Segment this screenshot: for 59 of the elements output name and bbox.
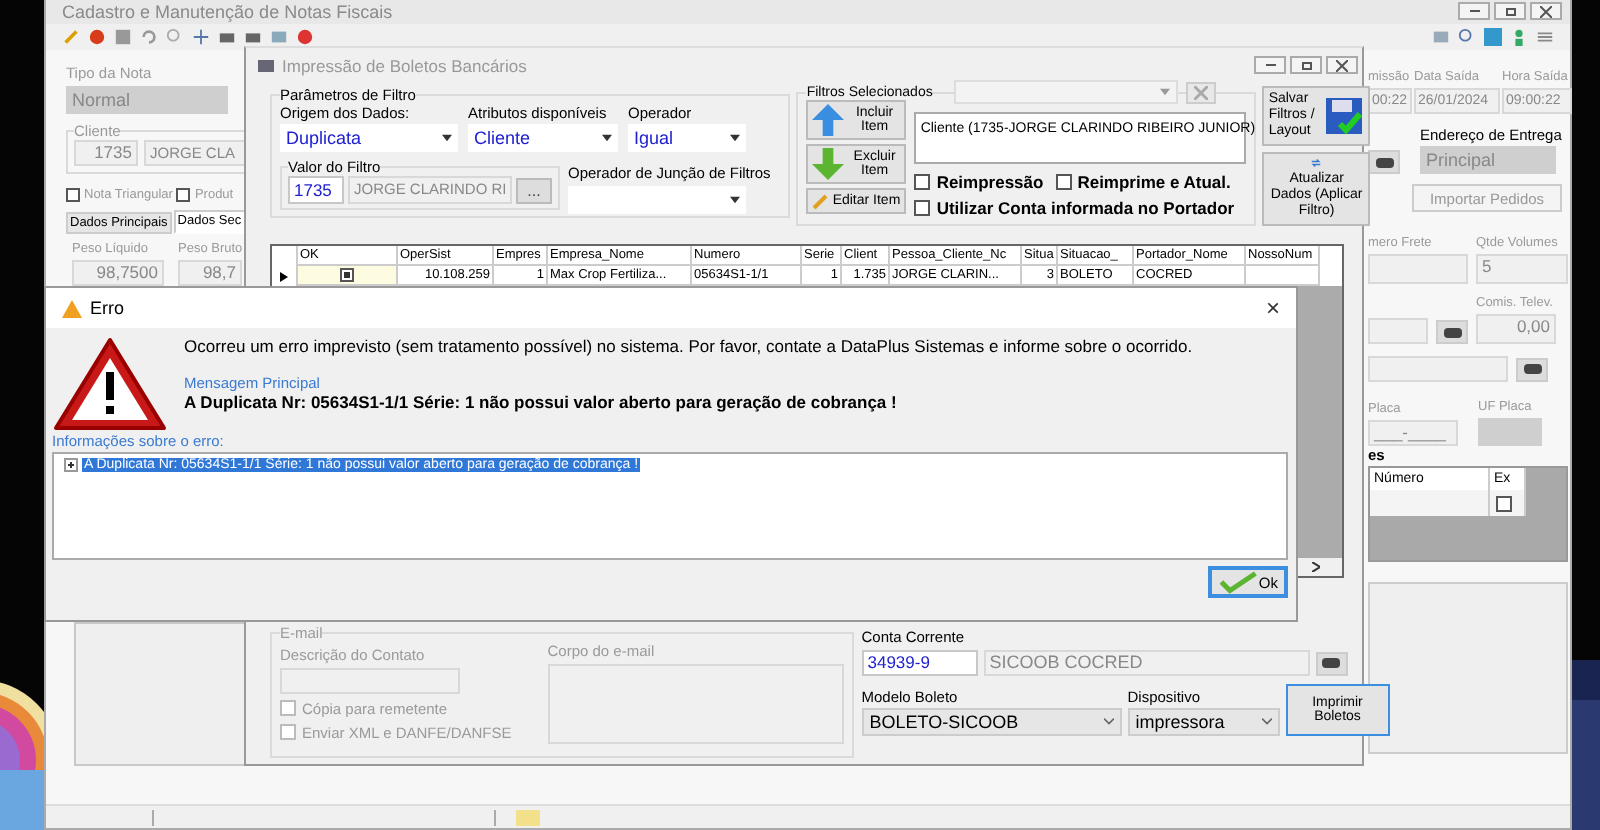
undo-icon[interactable]: [140, 28, 158, 46]
warning-icon: [62, 299, 82, 317]
caret-icon: [442, 134, 452, 142]
chevron-right-icon: [1312, 562, 1320, 572]
pencil-icon[interactable]: [62, 28, 80, 46]
browse-button[interactable]: ...: [516, 177, 552, 203]
minimize-button[interactable]: [1254, 56, 1286, 74]
binoculars-button[interactable]: [1368, 150, 1400, 174]
caret-icon: [1103, 718, 1114, 726]
caret-icon: [1160, 88, 1171, 96]
lookup-field[interactable]: [1368, 318, 1428, 344]
scroll-right-button[interactable]: [1312, 562, 1320, 572]
checkbox[interactable]: [1496, 495, 1512, 511]
close-button[interactable]: [1326, 56, 1358, 74]
warning-icon: [52, 336, 168, 432]
close-button[interactable]: [1530, 2, 1562, 20]
arrow-down-icon: [812, 148, 845, 180]
menu-icon[interactable]: [1536, 28, 1554, 46]
pencil-icon: [812, 193, 829, 209]
close-icon: [1540, 5, 1552, 17]
checkbox-option[interactable]: Reimpressão: [914, 172, 1044, 192]
binoculars-button[interactable]: [1516, 357, 1548, 381]
checkbox-option[interactable]: Utilizar Conta informada no Portador: [914, 198, 1235, 218]
model-select[interactable]: BOLETO-SICOOB: [861, 708, 1122, 736]
account-code-field[interactable]: 34939-9: [861, 650, 978, 676]
binoculars-button[interactable]: [1436, 320, 1468, 344]
caret-icon: [730, 196, 740, 204]
expand-icon[interactable]: [64, 458, 78, 472]
binoculars-button[interactable]: [1315, 651, 1348, 675]
filter-select[interactable]: Cliente: [468, 124, 618, 152]
device-select[interactable]: impressora: [1127, 708, 1280, 736]
contact-field[interactable]: [280, 667, 460, 693]
window-title: Impressão de Boletos Bancários: [282, 55, 527, 75]
volume-field[interactable]: [1368, 254, 1468, 284]
caret-icon: [730, 134, 740, 142]
window-title: Erro: [90, 298, 125, 318]
remove-button[interactable]: [1186, 81, 1217, 103]
maximize-button[interactable]: [1494, 2, 1526, 20]
lookup-field[interactable]: [1368, 356, 1508, 382]
window-title: Cadastro e Manutenção de Notas Fiscais: [62, 1, 393, 21]
filter-select[interactable]: Igual: [628, 124, 746, 152]
arrow-up-icon: [812, 104, 845, 136]
close-icon: [1336, 59, 1348, 71]
person-icon[interactable]: [1510, 28, 1528, 46]
checkbox-option[interactable]: Reimprime e Atual.: [1055, 172, 1231, 192]
close-button[interactable]: ×: [1265, 294, 1280, 322]
minimize-button[interactable]: [1458, 2, 1490, 20]
email-body-field[interactable]: [547, 664, 844, 744]
checkbox[interactable]: [340, 268, 354, 282]
error-message: Ocorreu um erro imprevisto (sem tratamento possível) no sistema. Por favor, contate a DataPlus Sistemas e informe sobre o ocorrido.: [184, 336, 1193, 356]
caret-icon: [602, 134, 612, 142]
filter-code-field[interactable]: 1735: [288, 176, 344, 204]
maximize-button[interactable]: [1290, 56, 1322, 74]
caret-icon: [1261, 718, 1272, 726]
row-pointer-icon: [280, 271, 288, 281]
main-message: A Duplicata Nr: 05634S1-1/1 Série: 1 não possui valor aberto para geração de cobrança !: [184, 392, 899, 412]
checkmark-icon: [1218, 570, 1259, 594]
close-icon: [1194, 85, 1209, 99]
filter-select[interactable]: Duplicata: [280, 124, 458, 152]
